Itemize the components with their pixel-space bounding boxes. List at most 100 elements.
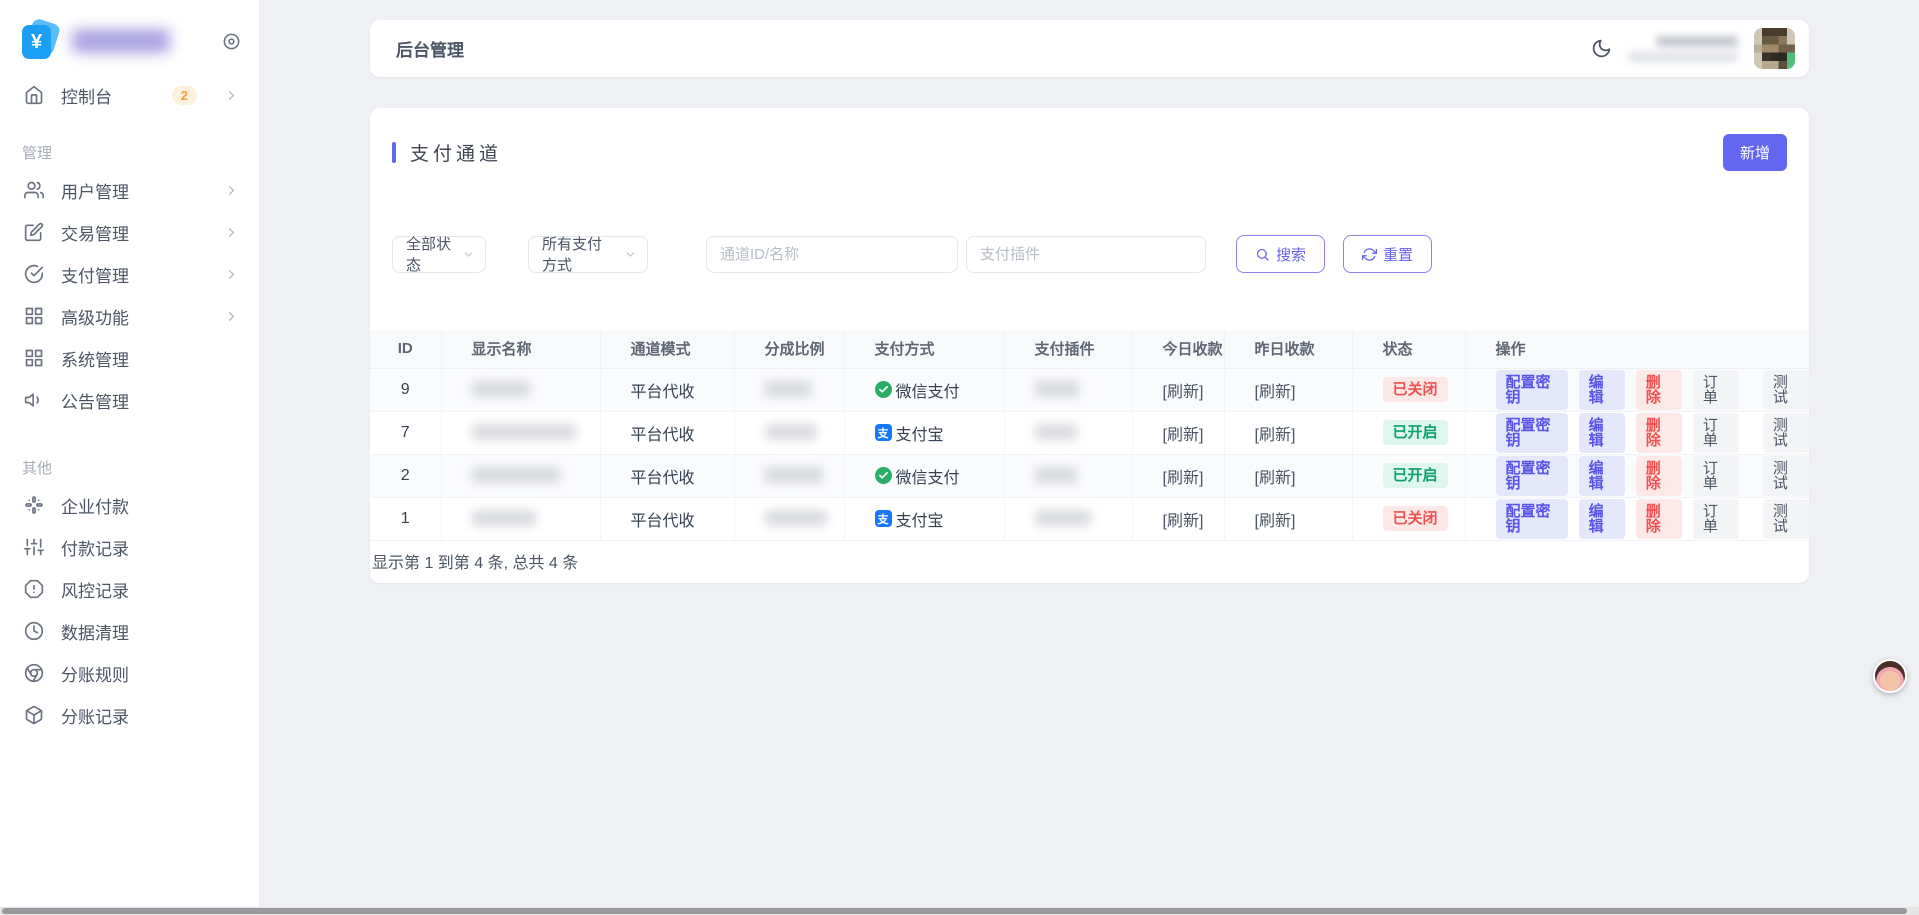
- cell-plugin: [1004, 411, 1132, 454]
- configure-key-button[interactable]: 配置密钥: [1496, 456, 1568, 496]
- sidebar-item-risk-records[interactable]: 风控记录: [22, 568, 241, 610]
- status-badge: 已关闭: [1383, 377, 1448, 402]
- col-mode: 通道模式: [600, 330, 734, 368]
- method-label: 支付宝: [896, 421, 944, 445]
- package-box-icon: [24, 705, 44, 725]
- ratio-redacted: [765, 467, 823, 483]
- sidebar-item-trade-management[interactable]: 交易管理: [22, 211, 241, 253]
- reset-button-label: 重置: [1383, 244, 1413, 265]
- alipay-icon: 支: [875, 424, 892, 441]
- sidebar-item-announcement-management[interactable]: 公告管理: [22, 379, 241, 421]
- sidebar-item-system-management[interactable]: 系统管理: [22, 337, 241, 379]
- chevron-down-icon: [624, 248, 637, 261]
- chevron-right-icon: [224, 309, 239, 324]
- today-refresh-link[interactable]: [刷新]: [1132, 497, 1224, 540]
- test-button[interactable]: 测试: [1763, 413, 1809, 453]
- edit-button[interactable]: 编辑: [1579, 413, 1625, 453]
- cell-id: 9: [370, 368, 441, 411]
- title-accent-bar: [392, 142, 396, 163]
- cell-plugin: [1004, 497, 1132, 540]
- sidebar-item-console[interactable]: 控制台 2: [22, 74, 241, 116]
- edit-button[interactable]: 编辑: [1579, 456, 1625, 496]
- edit-button[interactable]: 编辑: [1579, 370, 1625, 410]
- channel-id-input[interactable]: [706, 236, 958, 273]
- test-button[interactable]: 测试: [1763, 370, 1809, 410]
- yesterday-refresh-link[interactable]: [刷新]: [1224, 454, 1352, 497]
- today-refresh-link[interactable]: [刷新]: [1132, 368, 1224, 411]
- sidebar-item-label: 分账规则: [61, 661, 129, 686]
- configure-key-button[interactable]: 配置密钥: [1496, 413, 1568, 453]
- plugin-input[interactable]: [966, 236, 1206, 273]
- cell-name: [441, 497, 600, 540]
- wechat-pay-icon: [875, 467, 892, 484]
- sidebar-item-payment-records[interactable]: 付款记录: [22, 526, 241, 568]
- add-button[interactable]: 新增: [1723, 134, 1787, 171]
- search-button[interactable]: 搜索: [1236, 235, 1325, 273]
- delete-button[interactable]: 删除: [1636, 456, 1682, 496]
- today-refresh-link[interactable]: [刷新]: [1132, 454, 1224, 497]
- test-button[interactable]: 测试: [1763, 456, 1809, 496]
- alipay-icon: 支: [875, 510, 892, 527]
- table-row: 2 平台代收 微信支付 [刷新] [刷新] 已开启 配置密钥 编辑 删除 订单 …: [370, 454, 1809, 497]
- sidebar-item-user-management[interactable]: 用户管理: [22, 169, 241, 211]
- delete-button[interactable]: 删除: [1636, 370, 1682, 410]
- ratio-redacted: [765, 510, 827, 526]
- sidebar-item-advanced-features[interactable]: 高级功能: [22, 295, 241, 337]
- yesterday-refresh-link[interactable]: [刷新]: [1224, 368, 1352, 411]
- floating-assistant-avatar[interactable]: [1873, 659, 1907, 693]
- order-button[interactable]: 订单: [1693, 456, 1739, 496]
- edit-icon: [24, 222, 44, 242]
- cell-name: [441, 454, 600, 497]
- sidebar-item-split-records[interactable]: 分账记录: [22, 694, 241, 736]
- clock-icon: [24, 621, 44, 641]
- home-icon: [24, 85, 44, 105]
- reset-button[interactable]: 重置: [1343, 235, 1432, 273]
- cell-id: 7: [370, 411, 441, 454]
- col-ops: 操作: [1465, 330, 1809, 368]
- alert-octagon-icon: [24, 579, 44, 599]
- yesterday-refresh-link[interactable]: [刷新]: [1224, 497, 1352, 540]
- cell-actions: 配置密钥 编辑 删除 订单 测试: [1465, 411, 1809, 454]
- table-body: 9 平台代收 微信支付 [刷新] [刷新] 已关闭 配置密钥 编辑 删除 订单 …: [370, 368, 1809, 540]
- sidebar-item-data-cleanup[interactable]: 数据清理: [22, 610, 241, 652]
- method-select[interactable]: 所有支付方式: [528, 236, 648, 273]
- cell-status: 已关闭: [1352, 497, 1465, 540]
- delete-button[interactable]: 删除: [1636, 499, 1682, 539]
- sidebar-item-payment-management[interactable]: 支付管理: [22, 253, 241, 295]
- cell-method: 支支付宝: [844, 497, 1004, 540]
- test-button[interactable]: 测试: [1763, 499, 1809, 539]
- configure-key-button[interactable]: 配置密钥: [1496, 370, 1568, 410]
- horizontal-scrollbar-thumb[interactable]: [2, 908, 1907, 914]
- cell-method: 微信支付: [844, 454, 1004, 497]
- plugin-redacted: [1035, 510, 1091, 526]
- chevron-right-icon: [224, 267, 239, 282]
- status-select-value: 全部状态: [406, 233, 453, 275]
- ratio-redacted: [765, 424, 817, 440]
- sliders-icon: [24, 537, 44, 557]
- order-button[interactable]: 订单: [1693, 499, 1739, 539]
- delete-button[interactable]: 删除: [1636, 413, 1682, 453]
- col-name: 显示名称: [441, 330, 600, 368]
- status-badge: 已开启: [1383, 463, 1448, 488]
- order-button[interactable]: 订单: [1693, 370, 1739, 410]
- chevron-right-icon: [224, 88, 239, 103]
- dark-mode-moon-icon[interactable]: [1591, 38, 1612, 59]
- topbar: 后台管理: [370, 20, 1809, 77]
- card-title-row: 支付通道 新增: [370, 108, 1809, 171]
- name-redacted: [472, 467, 560, 483]
- order-button[interactable]: 订单: [1693, 413, 1739, 453]
- sidebar-collapse-disc-icon[interactable]: [222, 32, 241, 51]
- edit-button[interactable]: 编辑: [1579, 499, 1625, 539]
- method-select-value: 所有支付方式: [542, 233, 615, 275]
- today-refresh-link[interactable]: [刷新]: [1132, 411, 1224, 454]
- sidebar-item-enterprise-payment[interactable]: 企业付款: [22, 484, 241, 526]
- yesterday-refresh-link[interactable]: [刷新]: [1224, 411, 1352, 454]
- cell-mode: 平台代收: [600, 368, 734, 411]
- configure-key-button[interactable]: 配置密钥: [1496, 499, 1568, 539]
- cell-ratio: [734, 497, 844, 540]
- sidebar-item-split-rules[interactable]: 分账规则: [22, 652, 241, 694]
- status-select[interactable]: 全部状态: [392, 236, 486, 273]
- user-avatar[interactable]: [1754, 28, 1795, 69]
- chevron-down-icon: [462, 248, 475, 261]
- sidebar-item-label: 风控记录: [61, 577, 129, 602]
